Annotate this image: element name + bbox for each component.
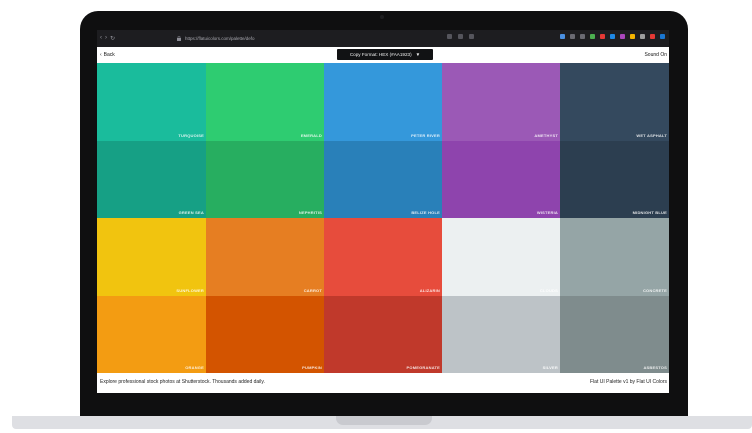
reload-icon[interactable]: ↻	[110, 35, 115, 42]
browser-extension-icon[interactable]	[640, 34, 645, 39]
color-name-label: Emerald	[300, 132, 322, 138]
pocket-icon[interactable]	[458, 34, 463, 39]
color-name-label: Concrete	[642, 287, 667, 293]
color-name-label: Turquoise	[178, 132, 204, 138]
back-arrow-icon[interactable]: ‹	[100, 35, 102, 42]
bookmark-icon[interactable]	[469, 34, 474, 39]
footer: Explore professional stock photos at Shu…	[97, 373, 669, 393]
color-swatch[interactable]: Clouds	[442, 218, 560, 296]
app-header: ‹ Back Copy Format: HEX (#AA1923) ▼ Soun…	[97, 47, 669, 63]
browser-extension-icon[interactable]	[630, 34, 635, 39]
color-swatch[interactable]: Green Sea	[97, 140, 206, 218]
color-swatch[interactable]: Nephritis	[206, 140, 324, 218]
color-swatch[interactable]: Wisteria	[442, 140, 560, 218]
browser-extension-icon[interactable]	[590, 34, 595, 39]
back-label: Back	[103, 52, 115, 58]
browser-extension-icon[interactable]	[580, 34, 585, 39]
color-name-label: Amethyst	[534, 132, 558, 138]
sponsor-link[interactable]: Explore professional stock photos at Shu…	[100, 379, 265, 385]
color-name-label: Clouds	[539, 287, 558, 293]
color-name-label: Asbestos	[643, 365, 667, 370]
sound-toggle[interactable]: Sound On	[644, 52, 667, 58]
reader-icon[interactable]	[447, 34, 452, 39]
address-bar[interactable]: https://flatuicolors.com/palette/defo	[177, 34, 447, 43]
color-swatch[interactable]: Alizarin	[324, 218, 442, 296]
color-swatch[interactable]: Amethyst	[442, 63, 560, 141]
color-swatch[interactable]: Pumpkin	[206, 295, 324, 373]
browser-extension-icon[interactable]	[560, 34, 565, 39]
browser-toolbar: ‹ › ↻ https://flatuicolors.com/palette/d…	[97, 30, 669, 47]
color-name-label: Alizarin	[419, 287, 440, 293]
color-name-label: Wisteria	[536, 210, 558, 215]
color-name-label: Sunflower	[176, 287, 204, 293]
color-swatch[interactable]: Concrete	[560, 218, 669, 296]
color-swatch[interactable]: Asbestos	[560, 295, 669, 373]
color-name-label: Wet Asphalt	[636, 132, 667, 138]
browser-nav: ‹ › ↻	[97, 35, 115, 42]
palette-credit: Flat UI Palette v1 by Flat UI Colors	[590, 379, 667, 385]
color-swatch[interactable]: Peter River	[324, 63, 442, 141]
color-name-label: Silver	[542, 365, 558, 370]
color-swatch[interactable]: Silver	[442, 295, 560, 373]
browser-extension-icon[interactable]	[650, 34, 655, 39]
color-name-label: Belize Hole	[411, 210, 440, 215]
browser-extension-icon[interactable]	[600, 34, 605, 39]
color-swatch[interactable]: Wet Asphalt	[560, 63, 669, 141]
laptop-notch	[336, 416, 432, 425]
color-name-label: Green Sea	[178, 210, 204, 215]
webcam-dot	[380, 15, 384, 19]
address-bar-actions	[447, 34, 474, 39]
color-name-label: Nephritis	[298, 210, 322, 215]
color-name-label: Peter River	[411, 132, 440, 138]
back-link[interactable]: ‹ Back	[100, 52, 115, 58]
browser-extension-icon[interactable]	[620, 34, 625, 39]
extension-icons	[560, 34, 665, 39]
chevron-left-icon: ‹	[100, 52, 102, 58]
color-name-label: Midnight Blue	[632, 210, 667, 215]
chevron-down-icon: ▼	[415, 52, 421, 57]
color-swatch[interactable]: Orange	[97, 295, 206, 373]
color-name-label: Pumpkin	[302, 365, 322, 370]
color-swatch[interactable]: Belize Hole	[324, 140, 442, 218]
color-name-label: Pomegranate	[406, 365, 440, 370]
laptop-screen: ‹ › ↻ https://flatuicolors.com/palette/d…	[97, 30, 669, 393]
browser-extension-icon[interactable]	[660, 34, 665, 39]
url-text: https://flatuicolors.com/palette/defo	[185, 36, 255, 41]
color-swatch[interactable]: Turquoise	[97, 63, 206, 141]
copy-format-label: Copy Format: HEX (#AA1923)	[349, 52, 412, 57]
color-swatch[interactable]: Emerald	[206, 63, 324, 141]
color-name-label: Carrot	[303, 287, 322, 293]
lock-icon	[177, 35, 181, 42]
forward-arrow-icon[interactable]: ›	[105, 35, 107, 42]
browser-extension-icon[interactable]	[610, 34, 615, 39]
laptop-mockup: ‹ › ↻ https://flatuicolors.com/palette/d…	[0, 0, 752, 433]
color-name-label: Orange	[185, 365, 204, 370]
color-grid: Turquoise Emerald Peter River Amethyst Wet A…	[97, 63, 669, 373]
color-swatch[interactable]: Midnight Blue	[560, 140, 669, 218]
browser-extension-icon[interactable]	[570, 34, 575, 39]
color-swatch[interactable]: Carrot	[206, 218, 324, 296]
copy-format-dropdown[interactable]: Copy Format: HEX (#AA1923) ▼	[337, 49, 433, 60]
color-swatch[interactable]: Pomegranate	[324, 295, 442, 373]
color-swatch[interactable]: Sunflower	[97, 218, 206, 296]
